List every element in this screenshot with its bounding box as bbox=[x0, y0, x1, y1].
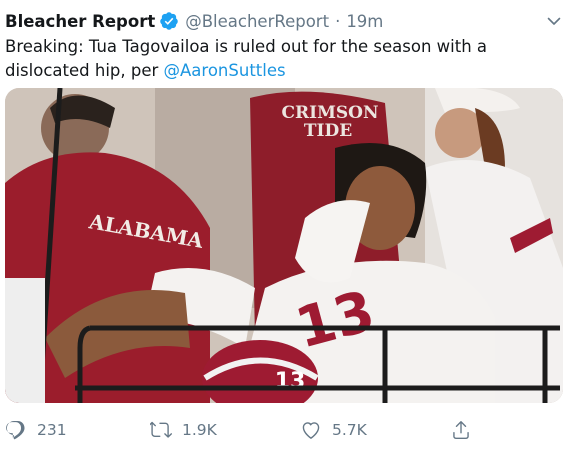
display-name[interactable]: Bleacher Report bbox=[5, 12, 155, 31]
reply-icon bbox=[6, 421, 25, 440]
tweet-photo[interactable]: CRIMSON TIDE ALABAMA 13 13 bbox=[5, 88, 563, 403]
chevron-down-icon[interactable] bbox=[546, 13, 562, 29]
share-icon bbox=[453, 421, 469, 439]
reply-button[interactable]: 231 bbox=[5, 415, 67, 445]
like-count: 5.7K bbox=[332, 421, 367, 439]
user-handle[interactable]: @BleacherReport bbox=[185, 12, 329, 31]
tweet-header: Bleacher Report @BleacherReport · 19m bbox=[5, 9, 383, 33]
tweet-actions: 231 1.9K 5.7K bbox=[0, 415, 580, 445]
reply-count: 231 bbox=[37, 421, 67, 439]
tweet[interactable]: Bleacher Report @BleacherReport · 19m Br… bbox=[0, 0, 580, 452]
shirt-text-line2: TIDE bbox=[304, 121, 352, 141]
tweet-timestamp[interactable]: 19m bbox=[346, 12, 383, 31]
mention-link[interactable]: @AaronSuttles bbox=[164, 61, 286, 80]
separator-dot: · bbox=[335, 11, 341, 31]
retweet-button[interactable]: 1.9K bbox=[150, 415, 217, 445]
verified-badge-icon bbox=[159, 11, 179, 31]
retweet-count: 1.9K bbox=[182, 421, 217, 439]
shirt-text-line1: CRIMSON bbox=[281, 103, 378, 123]
retweet-icon bbox=[150, 421, 172, 438]
heart-icon bbox=[302, 422, 320, 439]
share-button[interactable] bbox=[450, 415, 482, 445]
tweet-text: Breaking: Tua Tagovailoa is ruled out fo… bbox=[5, 35, 565, 83]
like-button[interactable]: 5.7K bbox=[300, 415, 367, 445]
